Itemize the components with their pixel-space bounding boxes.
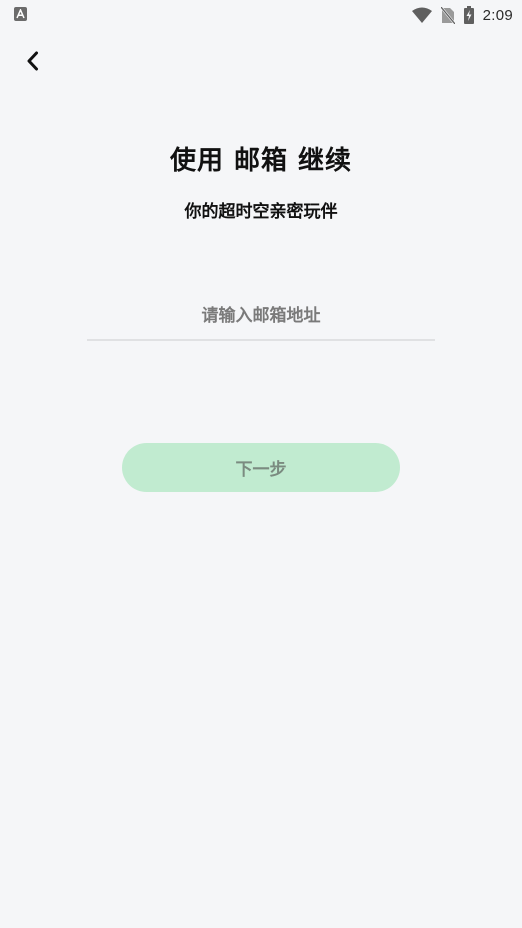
battery-charging-icon [463, 6, 474, 24]
email-field-container [87, 295, 435, 341]
page-subtitle: 你的超时空亲密玩伴 [184, 202, 338, 222]
status-bar: 2:09 [0, 0, 522, 30]
chevron-left-icon [27, 51, 38, 71]
email-field[interactable] [87, 295, 435, 337]
status-time: 2:09 [482, 6, 513, 24]
back-button[interactable] [18, 46, 48, 76]
wifi-icon [411, 7, 432, 23]
page-title: 使用 邮箱 继续 [169, 146, 353, 176]
accessibility-icon [14, 7, 27, 21]
status-icons: 2:09 [411, 4, 513, 26]
next-button[interactable]: 下一步 [122, 443, 400, 492]
no-sim-icon [440, 6, 455, 24]
